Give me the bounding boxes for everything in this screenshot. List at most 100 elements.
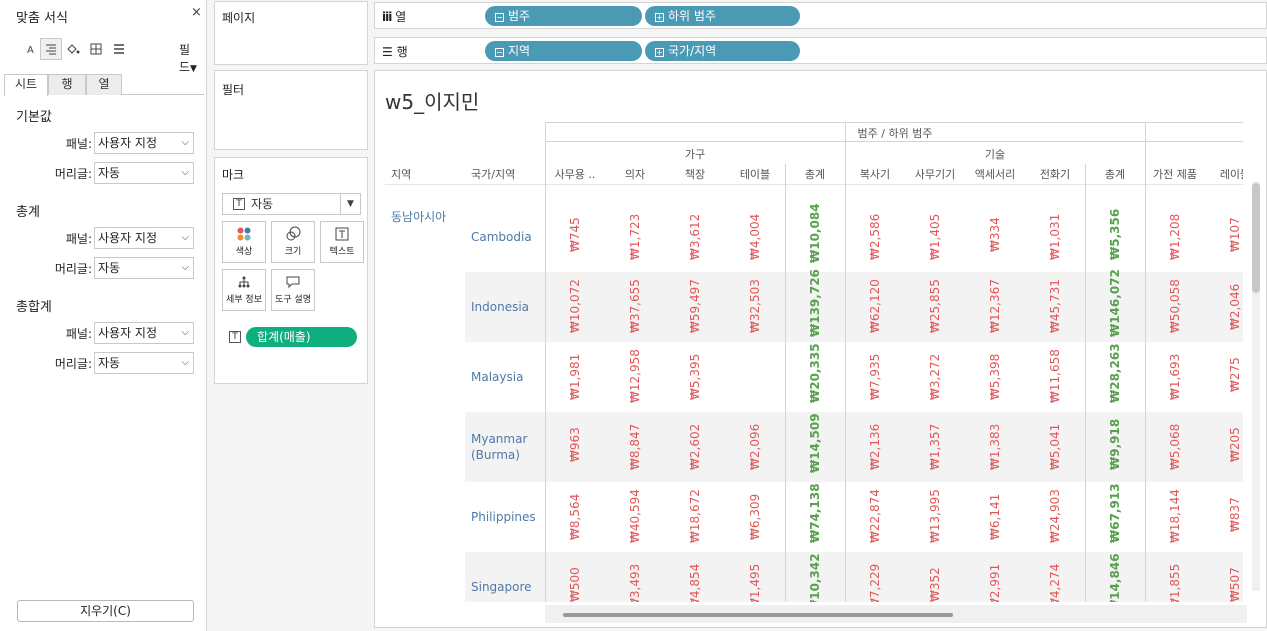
detail-button[interactable]: 세부 정보 (222, 269, 266, 311)
subcategory-header[interactable]: 복사기 (845, 166, 905, 182)
tab-sheet[interactable]: 시트 (4, 74, 48, 96)
country-pill[interactable]: + 국가/지역 (645, 41, 800, 61)
sales-value: ₩3,272 (928, 353, 942, 400)
sales-value: ₩3,612 (688, 213, 702, 260)
tooltip-button[interactable]: 도구 설명 (271, 269, 315, 311)
panel-select-default[interactable]: 사용자 지정 ⌵ (94, 132, 194, 154)
region-pill[interactable]: − 지역 (485, 41, 642, 61)
sales-value: ₩6,309 (748, 493, 762, 540)
total-value: ₩139,726 (807, 269, 823, 337)
sales-value: ₩4,854 (687, 563, 703, 602)
panel-label: 패널: (65, 327, 92, 341)
subcategory-header[interactable]: 사무용 .. (545, 166, 605, 182)
fields-dropdown[interactable]: 필드▼ (179, 41, 198, 75)
color-icon (223, 222, 265, 246)
filters-card[interactable]: 필터 (214, 70, 368, 150)
sales-value: ₩1,723 (628, 213, 642, 260)
close-icon[interactable]: × (191, 5, 202, 20)
category-separator (845, 122, 846, 602)
panel-label: 패널: (65, 137, 92, 151)
subcategory-header[interactable]: 책장 (665, 166, 725, 182)
total-value: ₩28,263 (1108, 343, 1122, 404)
color-button[interactable]: 색상 (222, 221, 266, 263)
sales-value: ₩2,991 (987, 563, 1003, 602)
caret-down-icon: ▼ (190, 64, 197, 74)
format-tabs: 시트 행 열 (4, 74, 204, 96)
sales-value: ₩37,655 (627, 279, 643, 333)
chevron-down-icon: ⌵ (181, 327, 189, 338)
lines-icon[interactable] (108, 38, 130, 60)
text-label: 텍스트 (329, 247, 355, 257)
category-pill[interactable]: − 범주 (485, 6, 642, 26)
category-header[interactable]: 기술 (845, 146, 1145, 162)
subcategory-header[interactable]: 의자 (605, 166, 665, 182)
panel-select-grand-totals[interactable]: 사용자 지정 ⌵ (94, 322, 194, 344)
paint-bucket-icon[interactable] (62, 38, 84, 60)
alignment-icon[interactable] (40, 38, 62, 60)
mark-type-select[interactable]: T 자동 ▼ (222, 193, 361, 215)
country-label[interactable]: Myanmar (Burma) (471, 431, 543, 463)
sales-value: ₩5,395 (688, 353, 702, 400)
subcategory-header[interactable]: 가전 제품 (1145, 166, 1205, 182)
sales-value: ₩2,136 (867, 423, 883, 469)
total-value: ₩14,509 (807, 414, 823, 474)
vertical-scrollbar-thumb[interactable] (1252, 183, 1260, 293)
columns-shelf[interactable]: iii 열 − 범주 + 하위 범주 (374, 2, 1267, 29)
rows-label-text: 행 (396, 45, 408, 59)
chevron-down-icon: ⌵ (181, 167, 189, 178)
subcategory-header[interactable]: 레이블 (1205, 166, 1243, 182)
category-header[interactable]: 사무용품 (1145, 146, 1243, 162)
tooltip-icon (272, 270, 314, 294)
sales-value: ₩8,847 (627, 423, 643, 469)
expand-icon: + (655, 13, 664, 22)
subcategory-header[interactable]: 사무기기 (905, 166, 965, 182)
font-icon[interactable]: A (20, 38, 42, 60)
size-button[interactable]: 크기 (271, 221, 315, 263)
sales-value: ₩25,855 (927, 279, 943, 333)
header-select-totals[interactable]: 자동 ⌵ (94, 257, 194, 279)
subcategory-pill[interactable]: + 하위 범주 (645, 6, 800, 26)
subcategory-header[interactable]: 총계 (1085, 166, 1145, 182)
header-label: 머리글: (54, 167, 92, 181)
text-button[interactable]: 텍스트 (320, 221, 364, 263)
header-divider (545, 122, 1243, 123)
sales-value: ₩334 (988, 217, 1002, 252)
detail-icon (223, 270, 265, 294)
country-label[interactable]: Philippines (471, 509, 543, 525)
subtotal-separator (785, 164, 786, 602)
tab-rows[interactable]: 행 (48, 74, 86, 95)
sum-sales-pill[interactable]: 합계(매출) (246, 327, 357, 347)
region-label[interactable]: 동남아시아 (391, 208, 446, 225)
columns-icon: iii (382, 10, 392, 24)
borders-icon[interactable] (85, 38, 107, 60)
chevron-down-icon: ⌵ (181, 262, 189, 273)
country-label[interactable]: Cambodia (471, 229, 543, 245)
header-select-grand-totals[interactable]: 자동 ⌵ (94, 352, 194, 374)
horizontal-scrollbar-thumb[interactable] (563, 613, 953, 617)
subcategory-header[interactable]: 전화기 (1025, 166, 1085, 182)
country-label[interactable]: Indonesia (471, 299, 543, 315)
country-label[interactable]: Malaysia (471, 369, 543, 385)
subcategory-header[interactable]: 총계 (785, 166, 845, 182)
country-label[interactable]: Singapore (471, 579, 543, 595)
sales-value: ₩10,072 (567, 279, 583, 333)
sales-value: ₩5,398 (988, 353, 1002, 400)
header-select-default[interactable]: 자동 ⌵ (94, 162, 194, 184)
pages-card[interactable]: 페이지 (214, 1, 368, 65)
select-value: 자동 (98, 166, 121, 180)
detail-label: 세부 정보 (226, 295, 262, 305)
subcategory-header[interactable]: 테이블 (725, 166, 785, 182)
subcategory-header[interactable]: 액세서리 (965, 166, 1025, 182)
total-value: ₩146,072 (1107, 269, 1123, 337)
sales-value: ₩1,855 (1167, 563, 1183, 602)
category-header[interactable]: 가구 (545, 146, 845, 162)
sales-value: ₩275 (1228, 357, 1242, 392)
sales-value: ₩18,144 (1168, 489, 1182, 544)
sales-value: ₩5,068 (1167, 423, 1183, 469)
rows-shelf[interactable]: ☰ 행 − 지역 + 국가/지역 (374, 37, 1267, 64)
clear-button[interactable]: 지우기(C) (17, 600, 194, 622)
panel-select-totals[interactable]: 사용자 지정 ⌵ (94, 227, 194, 249)
format-pane-title: 맞춤 서식 (16, 11, 68, 26)
tab-columns[interactable]: 열 (86, 74, 122, 95)
columns-shelf-label: iii 열 (382, 8, 406, 25)
